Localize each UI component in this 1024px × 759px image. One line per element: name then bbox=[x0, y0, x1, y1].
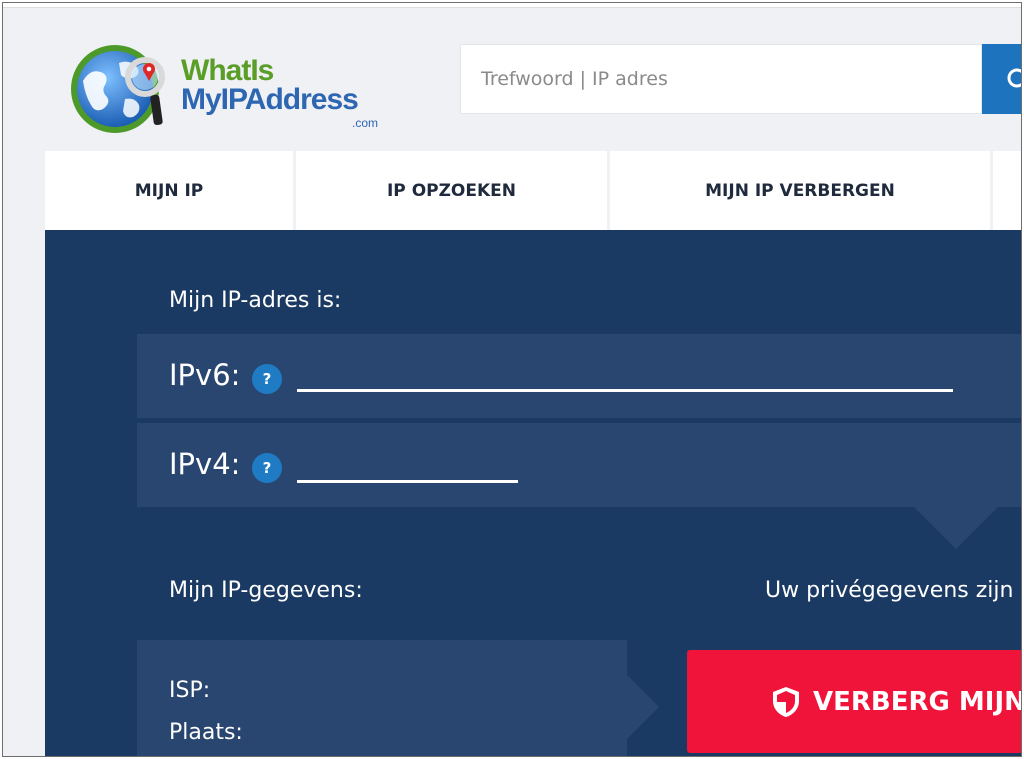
city-label: Plaats: bbox=[169, 720, 243, 745]
logo-text-line1: WhatIs bbox=[181, 54, 274, 87]
privacy-warning-text: Uw privégegevens zijn bbox=[765, 578, 1014, 603]
nav-item-more[interactable] bbox=[993, 151, 1021, 230]
top-edge bbox=[3, 3, 1021, 8]
ipv4-value-redacted bbox=[297, 480, 518, 483]
search-icon bbox=[1007, 68, 1021, 88]
details-arrow bbox=[627, 675, 659, 739]
logo-suffix: .com bbox=[352, 116, 379, 130]
main-nav: MIJN IP IP OPZOEKEN MIJN IP VERBERGEN bbox=[45, 151, 1021, 230]
globe-magnifier-icon bbox=[71, 45, 165, 133]
nav-item-ip-opzoeken[interactable]: IP OPZOEKEN bbox=[296, 151, 607, 230]
browser-frame: WhatIs MyIPAddress .com MIJN IP IP OPZOE… bbox=[2, 2, 1022, 757]
ipv6-help-icon[interactable]: ? bbox=[252, 364, 282, 394]
hide-ip-button-label: VERBERG MIJN bbox=[813, 686, 1022, 717]
isp-label: ISP: bbox=[169, 678, 211, 703]
shield-icon bbox=[771, 686, 801, 718]
nav-item-label: MIJN IP VERBERGEN bbox=[705, 180, 895, 201]
pointer-notch bbox=[914, 507, 998, 549]
ipv4-row: IPv4: ? bbox=[137, 423, 1021, 507]
nav-item-label: IP OPZOEKEN bbox=[386, 180, 517, 201]
ip-details-heading: Mijn IP-gegevens: bbox=[169, 578, 363, 603]
ipv6-value-redacted bbox=[297, 389, 953, 392]
hide-ip-button[interactable]: VERBERG MIJN bbox=[687, 650, 1022, 753]
search-button[interactable] bbox=[982, 44, 1021, 114]
logo-text-line2: MyIPAddress bbox=[181, 83, 359, 116]
ipv4-help-icon[interactable]: ? bbox=[252, 453, 282, 483]
ipv6-row: IPv6: ? bbox=[137, 334, 1021, 418]
ip-info-panel: Mijn IP-adres is: IPv6: ? IPv4: ? Mijn I… bbox=[45, 230, 1022, 756]
ip-details-box: ISP: Plaats: bbox=[137, 640, 627, 756]
search-input[interactable] bbox=[460, 44, 982, 114]
ipv4-label: IPv4: bbox=[169, 447, 241, 481]
site-logo[interactable]: WhatIs MyIPAddress .com bbox=[69, 37, 399, 147]
nav-item-label: MIJN IP bbox=[134, 180, 204, 201]
nav-item-mijn-ip[interactable]: MIJN IP bbox=[45, 151, 293, 230]
ip-address-heading: Mijn IP-adres is: bbox=[169, 288, 342, 313]
ipv6-label: IPv6: bbox=[169, 358, 241, 392]
nav-item-mijn-ip-verbergen[interactable]: MIJN IP VERBERGEN bbox=[610, 151, 990, 230]
